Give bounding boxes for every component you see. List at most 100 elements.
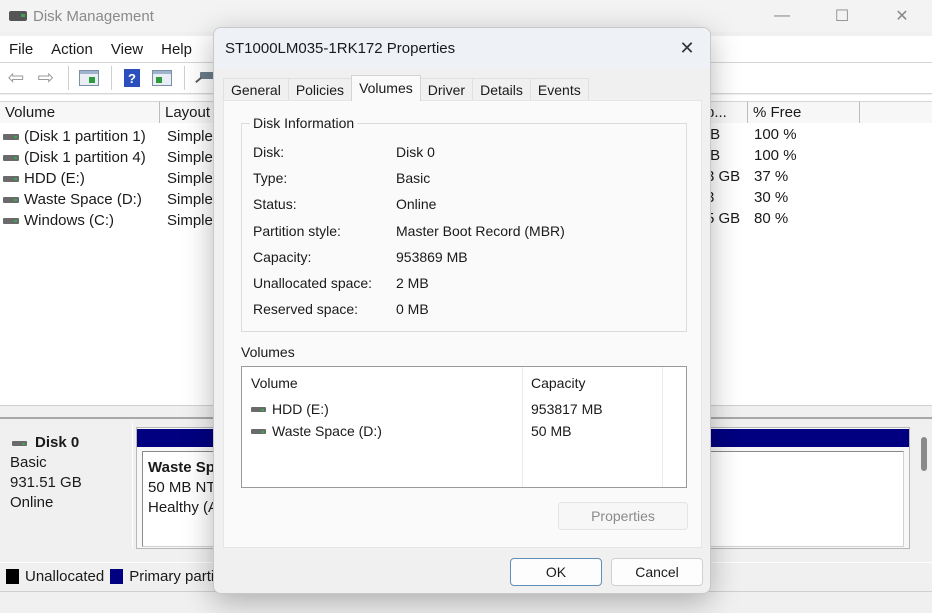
volume-name: (Disk 1 partition 1) [24,128,146,145]
app-title: Disk Management [33,7,154,25]
disk-icon [3,196,19,203]
help-button[interactable]: ? [118,66,146,90]
info-label: Reserved space: [253,301,359,317]
volume-layout: Simple [167,149,213,166]
tab-details[interactable]: Details [472,78,531,100]
table-row[interactable]: Waste Space (D:) Simple [0,189,220,210]
volume-layout: Simple [167,212,213,229]
ok-button[interactable]: OK [510,558,602,586]
scrollbar-thumb[interactable] [921,437,927,471]
column-free-percent[interactable]: % Free [748,101,860,123]
volume-name: HDD (E:) [272,401,329,417]
disk-icon [3,217,19,224]
volume-layout: Simple [167,128,213,145]
volumes-label: Volumes [241,344,295,360]
status-bar [0,591,932,613]
disk-icon [12,440,27,446]
menu-help[interactable]: Help [152,41,201,58]
volume-free-percent: 80 % [754,210,789,227]
volume-right-columns: IB 100 % IB 100 % 3 GB 37 % 3 30 % 5 GB 80 % [706,126,848,231]
info-row-status: Status: Online [253,196,436,212]
disk-size: 931.51 GB [10,474,82,491]
volumes-table[interactable]: Volume HDD (E:) Waste Space (D:) Capacit… [241,366,687,488]
disk-information-group: Disk Information Disk: Disk 0 Type: Basi… [241,115,687,332]
toolbar-separator [111,66,112,90]
column-blank [860,101,932,123]
table-row[interactable]: Windows (C:) Simple [0,210,220,231]
volume-layout: Simple [167,191,213,208]
menu-action[interactable]: Action [42,41,102,58]
column-volume[interactable]: Volume [0,101,160,123]
maximize-button[interactable]: ☐ [812,0,872,32]
column-capacity[interactable]: p... [706,101,748,123]
table-row[interactable]: (Disk 1 partition 1) Simple [0,126,220,147]
show-hide-console-tree-button[interactable] [75,66,103,90]
volume-free-percent: 100 % [754,126,797,143]
properties-dialog: ST1000LM035-1RK172 Properties ✕ General … [213,27,711,594]
table-row[interactable]: Waste Space (D:) [251,423,382,439]
volume-properties-button[interactable]: Properties [558,502,688,530]
volume-name: Waste Space (D:) [24,191,142,208]
table-row[interactable]: (Disk 1 partition 4) Simple [0,147,220,168]
dialog-close-button[interactable]: ✕ [674,36,700,60]
menu-file[interactable]: File [0,41,42,58]
volume-layout: Simple [167,170,213,187]
tab-general[interactable]: General [223,78,289,100]
volume-free-percent: 37 % [754,168,789,185]
disk-name: Disk 0 [35,434,80,451]
action-pane-icon [152,70,172,86]
info-label: Type: [253,170,288,186]
minimize-button[interactable]: — [752,0,812,32]
tab-events[interactable]: Events [529,78,589,100]
volume-capacity: 953817 MB [531,401,603,417]
volume-name: HDD (E:) [24,170,85,187]
info-row-unallocated: Unallocated space: 2 MB [253,275,429,291]
disk-icon [3,154,19,161]
info-value: Basic [396,170,431,186]
volume-name: Waste Space (D:) [272,423,382,439]
volumes-column: Volume HDD (E:) Waste Space (D:) [242,367,523,487]
console-tree-icon [79,70,99,86]
tab-volumes[interactable]: Volumes [351,75,421,101]
toolbar-separator [184,66,185,90]
column-header-volume[interactable]: Volume [251,375,298,391]
tab-policies[interactable]: Policies [287,78,353,100]
back-button[interactable]: ⇦ [2,66,30,90]
disk-icon [251,406,266,412]
disk-icon [251,428,266,434]
table-row[interactable]: HDD (E:) [251,401,329,417]
dialog-titlebar[interactable]: ST1000LM035-1RK172 Properties ✕ [214,28,710,68]
show-hide-action-pane-button[interactable] [148,66,176,90]
info-row-partition-style: Partition style: Master Boot Record (MBR… [253,223,565,239]
info-value: Disk 0 [396,144,435,160]
close-button[interactable]: ✕ [872,0,932,32]
column-header-capacity[interactable]: Capacity [531,375,585,391]
info-row-reserved: Reserved space: 0 MB [253,301,429,317]
volume-capacity: 50 MB [531,423,572,439]
tab-driver[interactable]: Driver [419,78,474,100]
volume-name: (Disk 1 partition 4) [24,149,146,166]
back-icon: ⇦ [7,67,25,89]
disk-icon [3,175,19,182]
table-row[interactable]: HDD (E:) Simple [0,168,220,189]
forward-button[interactable]: ⇨ [32,66,60,90]
disk-status: Online [10,494,54,511]
legend-label-unallocated: Unallocated [25,568,105,585]
info-value: Master Boot Record (MBR) [396,223,565,239]
legend-swatch-primary [110,569,124,584]
volume-capacity: IB [706,147,721,164]
info-row-capacity: Capacity: 953869 MB [253,249,468,265]
info-label: Capacity: [253,249,312,265]
info-value: Online [396,196,437,212]
menu-view[interactable]: View [102,41,152,58]
help-icon: ? [124,69,140,87]
legend-swatch-unallocated [6,569,19,584]
disk-0-label[interactable]: Disk 0 Basic 931.51 GB Online [0,423,133,548]
disk-map-scrollbar[interactable] [918,421,932,551]
volume-rows: (Disk 1 partition 1) Simple (Disk 1 part… [0,126,220,231]
volume-free-percent: 30 % [754,189,789,206]
volume-name: Windows (C:) [24,212,115,229]
info-value: 2 MB [396,275,429,291]
disk-management-icon [9,9,27,23]
cancel-button[interactable]: Cancel [611,558,703,586]
